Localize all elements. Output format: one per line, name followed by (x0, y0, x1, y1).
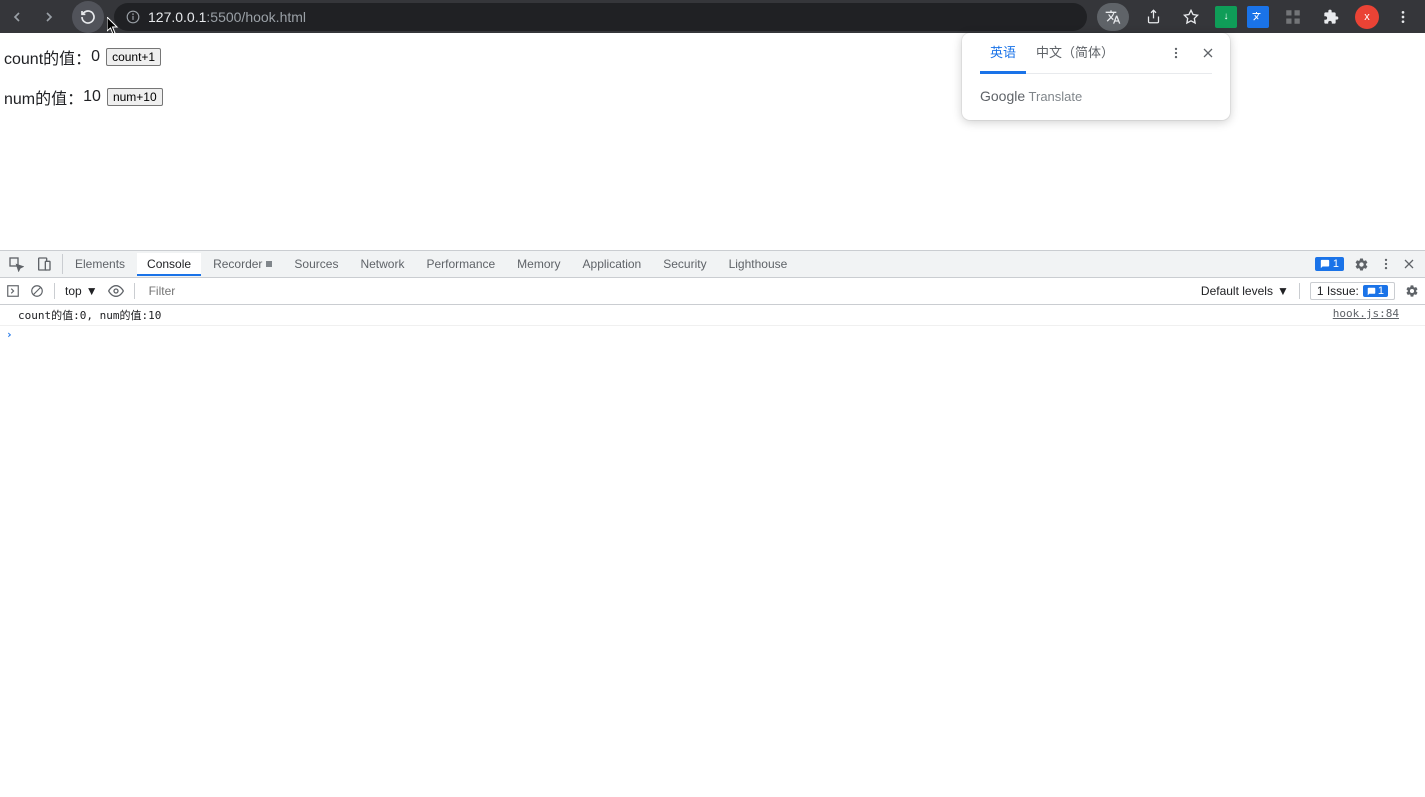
count-increment-button[interactable]: count+1 (106, 48, 161, 66)
reload-button[interactable] (72, 1, 104, 33)
console-log-row: count的值:0, num的值:10 hook.js:84 (0, 305, 1425, 326)
console-log-source-link[interactable]: hook.js:84 (1333, 307, 1419, 323)
console-eye-icon[interactable] (108, 283, 124, 299)
separator (1299, 283, 1300, 299)
tab-network[interactable]: Network (350, 253, 414, 275)
tab-security[interactable]: Security (653, 253, 716, 275)
translate-popup: 英语 中文（简体） Google Translate (962, 33, 1230, 120)
nav-buttons (8, 1, 104, 33)
tab-application[interactable]: Application (573, 253, 652, 275)
site-info-icon[interactable] (126, 10, 140, 24)
url-text: 127.0.0.1:5500/hook.html (148, 9, 306, 25)
forward-button[interactable] (40, 8, 58, 26)
tab-memory[interactable]: Memory (507, 253, 570, 275)
extensions-puzzle-icon[interactable] (1317, 3, 1345, 31)
devtools-close-icon[interactable] (1403, 258, 1415, 270)
tab-lighthouse[interactable]: Lighthouse (719, 253, 798, 275)
devtools-inspect-group (6, 254, 63, 274)
tab-sources[interactable]: Sources (284, 253, 348, 275)
translate-tabs: 英语 中文（简体） (980, 32, 1158, 74)
share-icon[interactable] (1139, 3, 1167, 31)
chrome-menu-icon[interactable] (1389, 3, 1417, 31)
translate-body: Google Translate (962, 74, 1230, 120)
translate-menu-icon[interactable] (1162, 39, 1190, 67)
tab-recorder[interactable]: Recorder (203, 253, 282, 275)
console-context-select[interactable]: top ▼ (65, 284, 98, 298)
device-toggle-icon[interactable] (34, 254, 54, 274)
tab-elements[interactable]: Elements (65, 253, 135, 275)
translate-header: 英语 中文（简体） (962, 33, 1230, 73)
num-value: 10 (83, 88, 101, 106)
inspect-element-icon[interactable] (6, 254, 26, 274)
browser-chrome-bar: 127.0.0.1:5500/hook.html ↓ x (0, 0, 1425, 33)
devtools-settings-icon[interactable] (1354, 257, 1369, 272)
separator (134, 283, 135, 299)
console-issues-button[interactable]: 1 Issue: 1 (1310, 282, 1395, 300)
extension-download-icon[interactable]: ↓ (1215, 6, 1237, 28)
issue-badge: 1 (1363, 285, 1388, 297)
console-filter-input[interactable] (145, 282, 1191, 300)
separator (54, 283, 55, 299)
devtools-message-badge[interactable]: 1 (1315, 257, 1344, 271)
console-toolbar: top ▼ Default levels ▼ 1 Issue: 1 (0, 278, 1425, 305)
bookmark-icon[interactable] (1177, 3, 1205, 31)
console-prompt[interactable]: › (0, 326, 1425, 343)
devtools-toolbar: Elements Console Recorder Sources Networ… (0, 251, 1425, 278)
recorder-badge-icon (266, 261, 272, 267)
count-value: 0 (91, 48, 100, 66)
count-label: count的值： (4, 45, 91, 69)
devtools-panel: Elements Console Recorder Sources Networ… (0, 250, 1425, 797)
back-button[interactable] (8, 8, 26, 26)
chevron-down-icon: ▼ (86, 284, 98, 298)
chevron-right-icon: › (6, 328, 13, 341)
translate-tab-chinese[interactable]: 中文（简体） (1026, 32, 1124, 74)
num-increment-button[interactable]: num+10 (107, 88, 163, 106)
translate-close-icon[interactable] (1194, 39, 1222, 67)
extension-greyed-icon[interactable] (1279, 3, 1307, 31)
console-log-message: count的值:0, num的值:10 (18, 307, 1333, 323)
chevron-down-icon: ▼ (1277, 284, 1289, 298)
console-clear-icon[interactable] (30, 284, 44, 298)
translate-brand: Google Translate (980, 88, 1082, 104)
num-label: num的值： (4, 85, 83, 109)
extension-gtranslate-icon[interactable] (1247, 6, 1269, 28)
devtools-menu-icon[interactable] (1379, 257, 1393, 271)
console-settings-icon[interactable] (1405, 284, 1419, 298)
console-levels-select[interactable]: Default levels ▼ (1201, 284, 1289, 298)
console-body[interactable]: count的值:0, num的值:10 hook.js:84 › (0, 305, 1425, 797)
address-bar[interactable]: 127.0.0.1:5500/hook.html (114, 3, 1087, 31)
translate-icon[interactable] (1097, 3, 1129, 31)
profile-avatar[interactable]: x (1355, 5, 1379, 29)
devtools-toolbar-right: 1 (1315, 257, 1419, 272)
translate-tab-english[interactable]: 英语 (980, 32, 1026, 74)
toolbar-icons: ↓ x (1097, 3, 1417, 31)
tab-performance[interactable]: Performance (416, 253, 505, 275)
tab-console[interactable]: Console (137, 253, 201, 276)
console-sidebar-toggle-icon[interactable] (6, 284, 20, 298)
